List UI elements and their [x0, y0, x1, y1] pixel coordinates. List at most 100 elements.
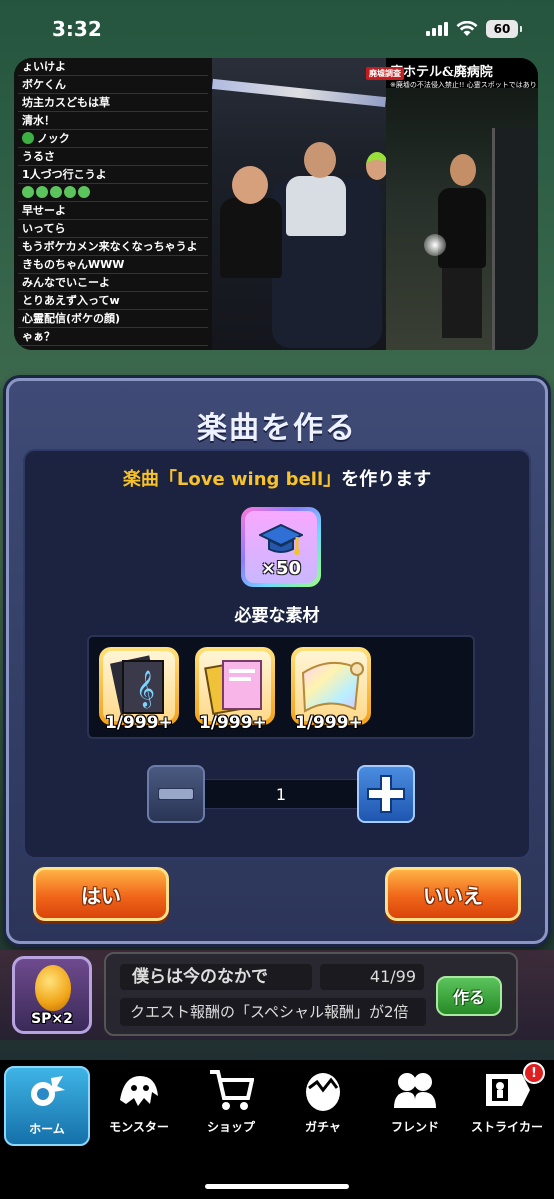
no-button[interactable]: いいえ [385, 867, 521, 921]
chat-message: 坊主カスどもは草 [18, 94, 208, 112]
chat-panel: ょいけよ ボケくん 坊主カスどもは草 清水！ ノック うるさ 1人づつ行こうよ … [14, 58, 212, 350]
create-song-dialog: 楽曲を作る 楽曲「Love wing bell」を作ります ×50 必要な素材 [6, 378, 548, 944]
home-icon [21, 1068, 73, 1116]
chat-message: ボケくん [18, 76, 208, 94]
livestream-overlay[interactable]: ょいけよ ボケくん 坊主カスどもは草 清水！ ノック うるさ 1人づつ行こうよ … [14, 58, 538, 350]
monster-icon [113, 1066, 165, 1114]
svg-text:𝄞: 𝄞 [136, 669, 155, 708]
frog-emoji-icon [36, 186, 48, 198]
decrease-button[interactable] [147, 765, 205, 823]
material-count: 1/999+ [105, 713, 173, 733]
materials-label: 必要な素材 [234, 606, 320, 626]
banner-subtitle: ※廃墟の不法侵入禁止!! 心霊スポットではありません!! [390, 81, 538, 89]
pink-notebooks-icon [204, 660, 262, 715]
quantity-value: 1 [205, 779, 357, 809]
nav-label: ストライカー [470, 1120, 543, 1134]
nav-shop[interactable]: ショップ [187, 1066, 275, 1146]
nav-label: ホーム [29, 1122, 65, 1136]
chat-message: ゃぁ？ [18, 328, 208, 346]
person-head [232, 166, 268, 204]
reward-item: ×50 [241, 507, 321, 587]
nav-label: モンスター [109, 1120, 169, 1134]
plus-icon [367, 775, 405, 813]
frog-emoji-icon [78, 186, 90, 198]
flashlight-glow [424, 234, 446, 256]
frog-emoji-icon [64, 186, 76, 198]
nav-gacha[interactable]: ガチャ [279, 1066, 367, 1146]
chat-message: 早せーよ [18, 202, 208, 220]
quest-panel: 僕らは今のなかで 41/99 クエスト報酬の「スペシャル報酬」が2倍 作る [104, 952, 518, 1036]
sp-bonus-item[interactable]: SP×2 [12, 956, 92, 1034]
banner-title: 廃ホテル&廃病院 [390, 65, 493, 80]
chat-message [18, 184, 208, 202]
golden-egg-icon [35, 965, 71, 1011]
frog-emoji-icon [50, 186, 62, 198]
person-body [286, 176, 346, 236]
nav-monster[interactable]: モンスター [95, 1066, 183, 1146]
chat-message: とりあえず入ってw [18, 292, 208, 310]
quest-song-name: 僕らは今のなかで [120, 964, 312, 990]
graduation-cap-icon [259, 523, 303, 555]
wifi-icon [456, 20, 478, 37]
material-count: 1/999+ [295, 713, 363, 733]
chat-message: もうボケカメン来なくなっちゃうよ [18, 238, 208, 256]
battery-icon: 60 [486, 20, 522, 38]
van-interior-video [211, 58, 388, 350]
chat-message: 心霊配信(ボケの顔) [18, 310, 208, 328]
notification-badge: ! [523, 1062, 545, 1084]
rainbow-scroll-icon [301, 662, 364, 713]
person-head [450, 154, 476, 186]
night-outdoor-video: 廃墟調査 廃ホテル&廃病院 ※廃墟の不法侵入禁止!! 心霊スポットではありません… [366, 58, 538, 350]
bottom-navigation: ホーム モンスター ショップ ガチャ フレンド ストライカー ! [0, 1060, 554, 1199]
chat-message: うるさ [18, 148, 208, 166]
dialog-content: 楽曲「Love wing bell」を作ります ×50 必要な素材 𝄞 1/99… [23, 449, 531, 859]
status-icons: 60 [426, 20, 522, 38]
chat-message: いってら [18, 220, 208, 238]
home-indicator [205, 1184, 349, 1189]
nav-home[interactable]: ホーム [4, 1066, 90, 1146]
person-body [438, 188, 486, 268]
nav-label: ガチャ [305, 1120, 341, 1134]
chat-message: きものちゃんWWW [18, 256, 208, 274]
frog-emoji-icon [22, 186, 34, 198]
chat-message: 1人づつ行こうよ [18, 166, 208, 184]
person-legs [442, 268, 482, 338]
sp-multiplier: SP×2 [31, 1011, 73, 1027]
yes-button[interactable]: はい [33, 867, 169, 921]
reward-count: ×50 [260, 558, 302, 579]
nav-striker[interactable]: ストライカー ! [463, 1062, 551, 1146]
banner-tag: 廃墟調査 [366, 67, 404, 80]
cart-icon [205, 1066, 257, 1114]
chat-message: ょいけよ [18, 58, 208, 76]
cellular-signal-icon [426, 22, 448, 36]
dialog-title: 楽曲を作る [197, 411, 357, 446]
chat-message: みんなでいこーよ [18, 274, 208, 292]
nav-friend[interactable]: フレンド [371, 1066, 459, 1146]
make-button[interactable]: 作る [436, 976, 502, 1016]
status-time: 3:32 [52, 17, 102, 41]
message-prefix: 楽曲 [122, 469, 159, 490]
gacha-egg-icon [297, 1066, 349, 1114]
song-name: 「Love wing bell」 [158, 469, 342, 490]
material-count: 1/999+ [199, 713, 267, 733]
dialog-message: 楽曲「Love wing bell」を作ります [25, 465, 529, 491]
green-chat-icon [22, 132, 34, 144]
quest-progress: 41/99 [320, 964, 424, 990]
nav-label: フレンド [390, 1120, 439, 1134]
chat-message: 清水！ [18, 112, 208, 130]
ceiling-light [211, 78, 387, 108]
chat-message: ノック [18, 130, 208, 148]
person-head [366, 152, 388, 180]
materials-list: 𝄞 1/999+ 1/999+ 1/999+ [87, 635, 475, 739]
person-body [220, 198, 282, 278]
message-suffix: を作ります [341, 469, 432, 490]
status-bar: 3:32 60 [0, 0, 554, 58]
person-head [304, 142, 336, 178]
nav-label: ショップ [206, 1120, 255, 1134]
increase-button[interactable] [357, 765, 415, 823]
friends-icon [389, 1066, 441, 1114]
quantity-stepper: 1 [147, 765, 415, 825]
music-sheets-icon: 𝄞 [110, 655, 164, 715]
quest-description: クエスト報酬の「スペシャル報酬」が2倍 [120, 998, 426, 1026]
van-door [492, 128, 538, 350]
